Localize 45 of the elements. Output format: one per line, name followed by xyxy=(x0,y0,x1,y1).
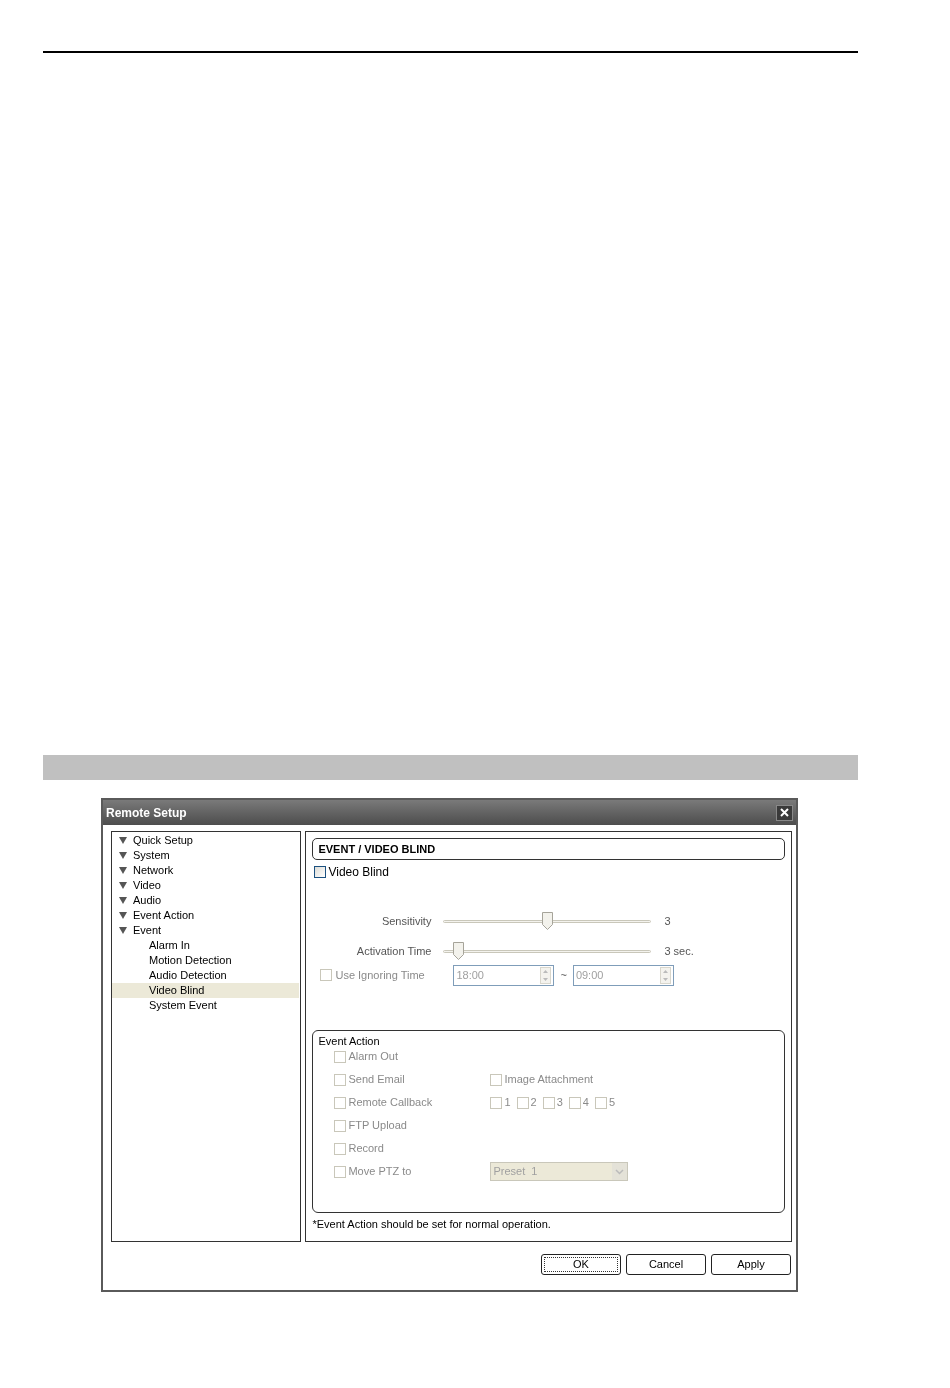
tree-item[interactable]: Audio Detection xyxy=(112,968,300,983)
checkbox-label: Video Blind xyxy=(328,864,389,881)
checkbox-label: 1 xyxy=(504,1095,511,1111)
dialog-button[interactable]: Cancel xyxy=(626,1254,706,1275)
tree-item[interactable]: Video Blind xyxy=(112,983,300,998)
tree-item[interactable]: Alarm In xyxy=(112,938,300,953)
slider-label: Activation Time xyxy=(355,943,433,959)
tree-item[interactable]: Event Action xyxy=(112,908,300,923)
tree-item[interactable]: System xyxy=(112,848,300,863)
tree-item[interactable]: Quick Setup xyxy=(112,833,300,848)
slider-thumb[interactable] xyxy=(453,942,464,960)
checkbox-label: Move PTZ to xyxy=(348,1164,412,1180)
checkbox-label: 5 xyxy=(608,1095,616,1111)
checkbox-label: 2 xyxy=(530,1095,537,1111)
tree-item[interactable]: Network xyxy=(112,863,300,878)
slider-track[interactable] xyxy=(443,913,652,929)
tree-item[interactable]: System Event xyxy=(112,998,300,1013)
tree-item[interactable]: Event xyxy=(112,923,300,938)
checkbox-label: Record xyxy=(348,1141,384,1157)
slider-value: 3 xyxy=(663,913,671,929)
range-separator: ~ xyxy=(559,967,568,983)
close-icon xyxy=(780,808,789,817)
group-title: Event Action xyxy=(318,1034,381,1048)
checkbox-label: Remote Callback xyxy=(348,1095,433,1111)
slider-value: 3 sec. xyxy=(663,943,694,959)
checkbox-label: Alarm Out xyxy=(348,1049,398,1065)
checkbox-label: Image Attachment xyxy=(504,1072,594,1088)
dialog-button[interactable]: Apply xyxy=(711,1254,791,1275)
close-button[interactable] xyxy=(776,804,793,821)
checkbox-label: Send Email xyxy=(348,1072,405,1088)
checkbox-label: Use Ignoring Time xyxy=(335,967,425,983)
tree-item[interactable]: Motion Detection xyxy=(112,953,300,968)
section-header: EVENT / VIDEO BLIND xyxy=(312,838,785,860)
window-title: Remote Setup xyxy=(106,804,187,822)
note-text: *Event Action should be set for normal operation. xyxy=(312,1217,552,1232)
tree-item[interactable]: Video xyxy=(112,878,300,893)
checkbox-label: 3 xyxy=(556,1095,563,1111)
tree-item[interactable]: Audio xyxy=(112,893,300,908)
slider-label: Sensitivity xyxy=(380,913,433,929)
slider-thumb[interactable] xyxy=(542,912,554,930)
checkbox-label: 4 xyxy=(582,1095,589,1111)
checkbox[interactable] xyxy=(314,866,327,878)
slider-track[interactable] xyxy=(443,943,652,959)
dialog-button[interactable]: OK xyxy=(541,1254,621,1275)
checkbox-label: FTP Upload xyxy=(348,1118,407,1134)
